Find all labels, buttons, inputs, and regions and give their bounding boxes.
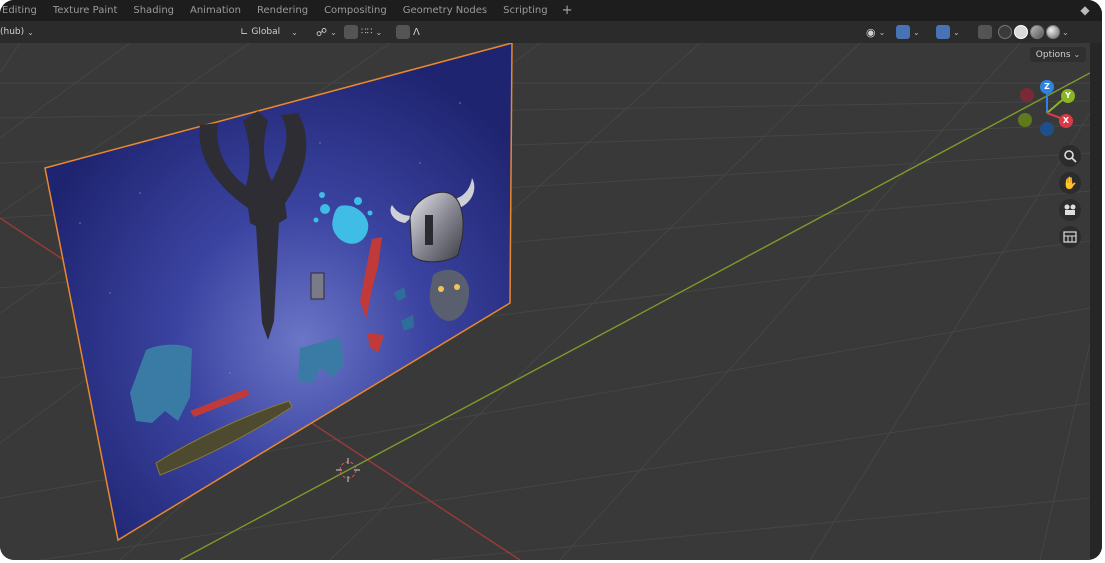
xray-toggle-button[interactable] <box>978 24 992 40</box>
pivot-icon: ☍ <box>316 25 328 39</box>
gizmo-neg-x-axis[interactable] <box>1020 88 1034 102</box>
gizmo-z-axis[interactable]: Z <box>1040 80 1054 94</box>
magnifier-icon <box>1064 150 1077 163</box>
visibility-button[interactable]: ◉ ⌄ <box>866 24 885 40</box>
eye-icon: ◉ <box>866 25 876 39</box>
viewport-scene <box>0 43 1090 560</box>
add-workspace-button[interactable]: + <box>556 3 579 18</box>
tab-animation[interactable]: Animation <box>182 0 249 21</box>
chevron-down-icon: ⌄ <box>330 27 337 37</box>
gizmo-neg-z-axis[interactable] <box>1040 122 1054 136</box>
viewport-header: (hub) ⌄ ∟ Global ⌄ ☍ ⌄ ∷∷ ⌄ Λ ◉ ⌄ ⌄ ⌄ ⌄ <box>0 21 1102 43</box>
tab-rendering[interactable]: Rendering <box>249 0 316 21</box>
workspace-tab-bar: Editing Texture Paint Shading Animation … <box>0 0 1102 21</box>
proportional-edit-icon <box>396 25 410 39</box>
mode-dropdown[interactable]: (hub) ⌄ <box>0 24 34 40</box>
solid-shading-icon[interactable] <box>1014 25 1028 39</box>
camera-view-button[interactable] <box>1059 199 1081 221</box>
3d-viewport[interactable] <box>0 43 1090 560</box>
snap-toggle-button[interactable]: ∷∷ ⌄ <box>344 24 382 40</box>
perspective-toggle-button[interactable] <box>1059 226 1081 248</box>
falloff-icon: Λ <box>413 26 420 38</box>
camera-icon <box>1064 204 1076 215</box>
overlays-icon <box>936 25 950 39</box>
wireframe-shading-icon[interactable] <box>998 25 1012 39</box>
tab-editing[interactable]: Editing <box>0 0 45 21</box>
gizmo-y-axis[interactable]: Y <box>1061 89 1075 103</box>
gizmo-icon <box>896 25 910 39</box>
chevron-down-icon: ⌄ <box>375 27 383 37</box>
chevron-down-icon: ⌄ <box>27 27 34 37</box>
chevron-down-icon: ⌄ <box>878 27 886 37</box>
chevron-down-icon[interactable]: ⌄ <box>1062 28 1069 37</box>
blender-window: Editing Texture Paint Shading Animation … <box>0 0 1102 560</box>
chevron-down-icon: ⌄ <box>913 27 920 37</box>
mode-label: (hub) <box>0 27 25 37</box>
pivot-point-button[interactable]: ☍ ⌄ <box>316 24 337 40</box>
tab-texture-paint[interactable]: Texture Paint <box>45 0 126 21</box>
chevron-down-icon: ⌄ <box>1073 50 1081 59</box>
material-shading-icon[interactable] <box>1030 25 1044 39</box>
grid-ortho-icon <box>1063 231 1077 243</box>
magnet-icon <box>344 25 358 39</box>
options-dropdown[interactable]: Options ⌄ <box>1030 47 1086 62</box>
gizmo-neg-y-axis[interactable] <box>1018 113 1032 127</box>
tab-geometry-nodes[interactable]: Geometry Nodes <box>395 0 495 21</box>
gizmo-toggle-button[interactable]: ⌄ <box>896 24 920 40</box>
transform-orientation-label: Global <box>251 27 281 37</box>
shading-mode-group: ⌄ <box>998 24 1069 40</box>
rendered-shading-icon[interactable] <box>1046 25 1060 39</box>
overlays-toggle-button[interactable]: ⌄ <box>936 24 960 40</box>
options-label: Options <box>1035 49 1071 60</box>
snap-target-icon: ∷∷ <box>361 27 373 37</box>
scene-selector-icon[interactable]: ◆ <box>1076 2 1094 19</box>
zoom-button[interactable] <box>1059 145 1081 167</box>
transform-orientation-dropdown[interactable]: ∟ Global ⌄ <box>240 24 298 40</box>
image-plane[interactable] <box>44 43 513 542</box>
hand-icon: ✋ <box>1062 176 1078 190</box>
proportional-edit-button[interactable]: Λ <box>396 24 420 40</box>
pan-button[interactable]: ✋ <box>1059 172 1081 194</box>
orientation-icon: ∟ <box>240 26 249 38</box>
tab-scripting[interactable]: Scripting <box>495 0 555 21</box>
gauntlet-piece <box>310 272 325 300</box>
xray-icon <box>978 25 992 39</box>
sidebar-collapsed-strip[interactable] <box>1090 43 1102 560</box>
chevron-down-icon: ⌄ <box>953 27 960 37</box>
chevron-down-icon: ⌄ <box>291 27 298 37</box>
gizmo-x-axis[interactable]: X <box>1059 114 1073 128</box>
tab-compositing[interactable]: Compositing <box>316 0 395 21</box>
tab-shading[interactable]: Shading <box>125 0 182 21</box>
